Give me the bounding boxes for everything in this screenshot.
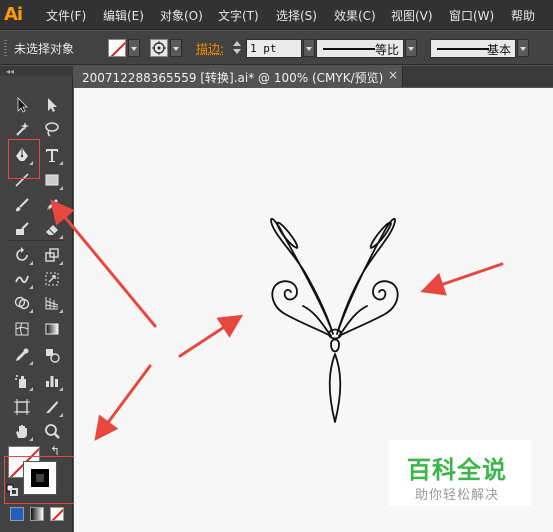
arrow-to-right-wing bbox=[420, 262, 504, 296]
arrow-to-fill-stroke bbox=[94, 364, 152, 441]
watermark-logo: 百科全说 助你轻松解决 bbox=[389, 440, 531, 506]
arrow-to-pen-tool bbox=[50, 199, 157, 328]
arrow-to-left-wing bbox=[178, 314, 244, 358]
watermark-subtitle: 助你轻松解决 bbox=[415, 488, 500, 503]
watermark-title: 百科全说 bbox=[407, 456, 507, 484]
